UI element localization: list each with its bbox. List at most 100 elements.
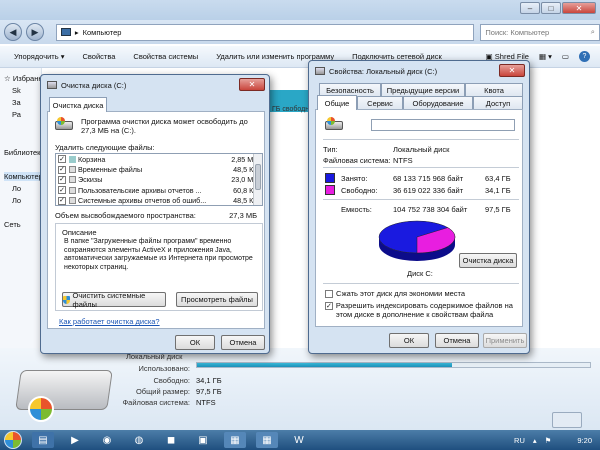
checkbox[interactable]: ✓ (58, 186, 66, 195)
disk-cleanup-app-icon (47, 81, 57, 89)
tab-general[interactable]: Общие (317, 95, 357, 110)
list-item[interactable]: ✓ Временные файлы 48,5 КБ (56, 164, 262, 174)
tab-hardware-label: Оборудование (412, 98, 464, 108)
tab-tools-label: Сервис (367, 98, 393, 108)
taskbar-cleanup-icon[interactable]: ▦ (224, 432, 246, 448)
taskbar: ▤ ▶ ◉ ◍ ◼ ▣ ▦ ▦ W RU ▴ ⚑ 9:20 (0, 430, 600, 450)
properties-title: Свойства: Локальный диск (C:) (329, 66, 438, 76)
properties-cancel-button[interactable]: Отмена (435, 333, 479, 348)
preview-pane-icon[interactable]: ▭ (562, 52, 569, 61)
divider (323, 139, 519, 140)
forward-button[interactable]: ▶ (25, 23, 44, 41)
checkbox[interactable]: ✓ (58, 155, 66, 164)
details-usage-bar (196, 362, 591, 368)
clean-system-files-button[interactable]: Очистить системные файлы (62, 291, 166, 309)
search-input[interactable]: Поиск: Компьютер ⌕ (480, 23, 600, 41)
properties-close-button[interactable]: ✕ (499, 64, 525, 77)
sidebar-item-libraries[interactable]: Библиотеки (4, 148, 42, 157)
view-files-button[interactable]: Просмотреть файлы (176, 292, 258, 307)
view-options-icon[interactable]: ▦ ▾ (539, 52, 552, 61)
disk-cleanup-button[interactable]: Очистка диска (459, 253, 517, 268)
cleanup-ok-button[interactable]: ОК (175, 335, 215, 350)
tray-arrow-icon[interactable]: ▴ (533, 436, 537, 445)
capacity-bytes: 104 752 738 304 байт (393, 205, 468, 214)
recycle-bin-icon (69, 155, 76, 163)
details-free-value: 34,1 ГБ (196, 376, 222, 385)
free-space-bytes: 36 619 022 336 байт (393, 186, 464, 195)
disk-name-label: Диск C: (407, 269, 433, 278)
taskbar-chrome-icon[interactable]: ◉ (96, 432, 118, 448)
checkbox[interactable]: ✓ (58, 196, 66, 205)
start-button[interactable] (4, 431, 22, 449)
taskbar-terminal-icon[interactable]: ▣ (192, 432, 214, 448)
back-button[interactable]: ◀ (4, 23, 22, 41)
tab-hardware[interactable]: Оборудование (403, 96, 473, 109)
list-scrollbar[interactable] (253, 154, 262, 205)
capacity-label: Емкость: (341, 205, 372, 214)
cleanup-drive-icon (55, 117, 77, 133)
help-icon[interactable]: ? (579, 51, 590, 62)
list-scrollbar-thumb[interactable] (255, 164, 261, 190)
list-item[interactable]: ✓ Корзина 2,85 МБ (56, 154, 262, 164)
sidebar-item-favorites[interactable]: ☆ Избранное (4, 74, 42, 83)
list-item[interactable]: ✓ Системные архивы отчетов об ошиб... 48… (56, 196, 262, 205)
files-to-delete-label: Удалить следующие файлы: (55, 143, 155, 152)
drive-properties-dialog: Свойства: Локальный диск (C:) ✕ Безопасн… (308, 60, 530, 354)
type-label: Тип: (323, 145, 338, 154)
close-button[interactable]: ✕ (562, 2, 596, 14)
language-indicator[interactable]: RU (514, 436, 525, 445)
tab-quota[interactable]: Квота (465, 83, 523, 96)
minimize-button[interactable]: – (520, 2, 540, 14)
index-checkbox[interactable]: ✓ (325, 302, 333, 310)
network-widget-icon[interactable] (552, 412, 582, 428)
checkbox[interactable]: ✓ (58, 165, 66, 174)
properties-drive-icon (325, 117, 347, 133)
disk-cleanup-button-label: Очистка диска (462, 256, 514, 265)
files-to-delete-list[interactable]: ✓ Корзина 2,85 МБ ✓ Временные файлы 48,5… (55, 153, 263, 206)
properties-button[interactable]: Свойства (82, 52, 115, 61)
sidebar-item-computer[interactable]: Компьютер (4, 172, 42, 181)
system-properties-button[interactable]: Свойства системы (133, 52, 198, 61)
thumbnails-icon (69, 176, 76, 184)
disk-cleanup-close-button[interactable]: ✕ (239, 78, 265, 91)
taskbar-media-icon[interactable]: ▶ (64, 432, 86, 448)
temp-files-icon (69, 166, 76, 174)
drive-free-text-background: ГБ свободно (272, 106, 313, 113)
taskbar-explorer-icon[interactable]: ▤ (32, 432, 54, 448)
properties-ok-button[interactable]: ОК (389, 333, 429, 348)
sidebar-item-network[interactable]: Сеть (4, 220, 42, 229)
tab-tools[interactable]: Сервис (357, 96, 403, 109)
tray-flag-icon[interactable]: ⚑ (545, 436, 552, 445)
details-used-label: Использовано: (138, 364, 191, 373)
list-item[interactable]: ✓ Эскизы 23,0 МБ (56, 175, 262, 185)
clock[interactable]: 9:20 (577, 436, 592, 445)
tab-sharing[interactable]: Доступ (473, 96, 523, 109)
taskbar-firefox-icon[interactable]: ◍ (128, 432, 150, 448)
how-cleanup-works-link[interactable]: Как работает очистка диска? (59, 317, 160, 326)
tab-disk-cleanup[interactable]: Очистка диска (49, 97, 107, 112)
organize-button[interactable]: Упорядочить ▾ (14, 52, 64, 61)
index-option[interactable]: ✓ Разрешить индексировать содержимое фай… (325, 301, 515, 319)
checkbox[interactable]: ✓ (58, 175, 66, 184)
compress-option[interactable]: Сжать этот диск для экономии места (325, 289, 465, 298)
taskbar-word-icon[interactable]: W (288, 432, 310, 448)
taskbar-properties-icon[interactable]: ▦ (256, 432, 278, 448)
tab-sharing-label: Доступ (485, 98, 511, 108)
properties-ok-label: ОК (403, 336, 415, 345)
cleanup-ok-label: ОК (189, 338, 201, 347)
maximize-button[interactable]: □ (541, 2, 561, 14)
compress-checkbox[interactable] (325, 289, 333, 298)
address-bar[interactable]: ▸ Компьютер (55, 23, 475, 41)
details-total-label: Общий размер: (135, 387, 190, 396)
description-group: Описание В папке "Загруженные файлы прог… (55, 223, 263, 311)
taskbar-app-icon[interactable]: ◼ (160, 432, 182, 448)
tab-previous-versions[interactable]: Предыдущие версии (381, 83, 465, 96)
cleanup-cancel-button[interactable]: Отмена (221, 335, 265, 350)
index-label: Разрешить индексировать содержимое файло… (335, 301, 513, 319)
drive-label-input[interactable] (371, 119, 515, 131)
disk-cleanup-dialog: Очистка диска (C:) ✕ Очистка диска Прогр… (40, 74, 270, 354)
disk-cleanup-title: Очистка диска (C:) (61, 80, 127, 90)
details-pane: Локальный диск Использовано: Свободно: 3… (0, 348, 600, 430)
apply-button[interactable]: Применить (483, 333, 527, 348)
list-item[interactable]: ✓ Пользовательские архивы отчетов ... 60… (56, 185, 262, 195)
